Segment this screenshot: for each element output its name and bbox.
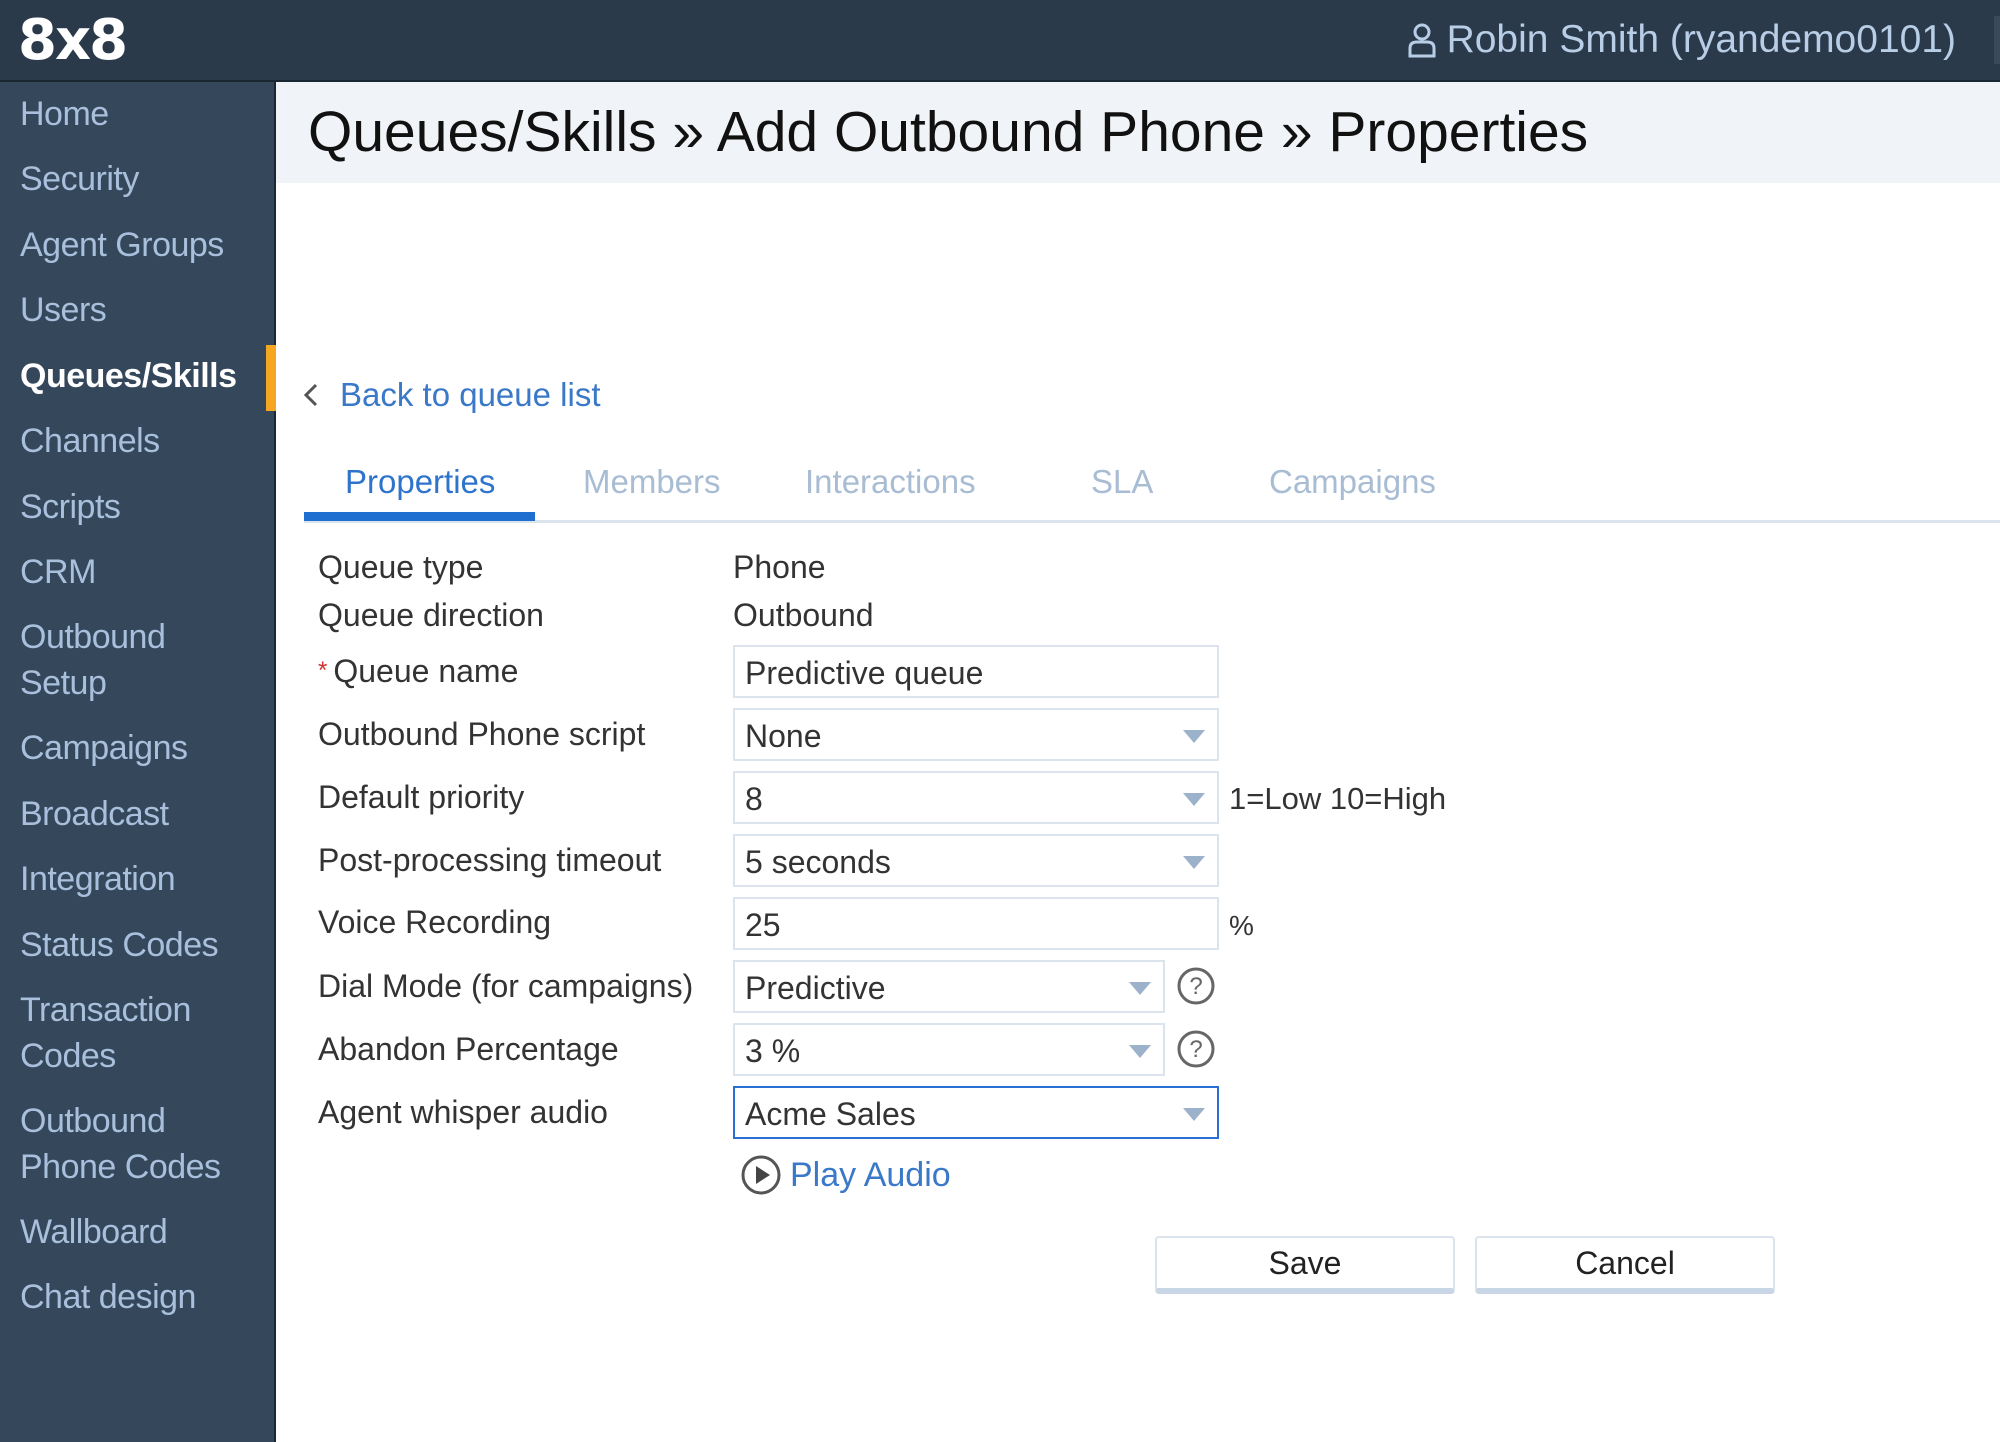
- outbound-script-select[interactable]: None: [733, 708, 1219, 761]
- abandon-percentage-label: Abandon Percentage: [318, 1031, 619, 1067]
- user-name: Robin Smith (ryandemo0101): [1446, 18, 1956, 61]
- outbound-script-value: None: [745, 718, 822, 754]
- sidebar-item-outbound-phone-codes[interactable]: Outbound Phone Codes: [20, 1098, 240, 1190]
- sidebar-item-outbound-setup[interactable]: Outbound Setup: [20, 614, 200, 706]
- sidebar-item-integration[interactable]: Integration: [20, 856, 260, 902]
- back-to-queue-list-link[interactable]: Back to queue list: [296, 375, 601, 415]
- queue-name-label-text: Queue name: [333, 653, 519, 689]
- sidebar-item-scripts[interactable]: Scripts: [20, 484, 260, 530]
- cancel-button[interactable]: Cancel: [1475, 1236, 1775, 1294]
- dropdown-arrow-icon: [1183, 730, 1205, 743]
- queue-name-label: * Queue name: [318, 651, 518, 691]
- sidebar-item-chat-design[interactable]: Chat design: [20, 1274, 260, 1320]
- default-priority-select[interactable]: 8: [733, 771, 1219, 824]
- dropdown-arrow-icon: [1183, 793, 1205, 806]
- tab-properties[interactable]: Properties: [345, 463, 495, 501]
- play-audio-text: Play Audio: [790, 1155, 951, 1194]
- sidebar-item-queues-skills[interactable]: Queues/Skills: [20, 353, 260, 399]
- abandon-percentage-select[interactable]: 3 %: [733, 1023, 1165, 1076]
- queue-name-value: Predictive queue: [745, 655, 984, 691]
- active-indicator: [266, 345, 276, 411]
- agent-whisper-value: Acme Sales: [745, 1096, 916, 1132]
- tab-campaigns[interactable]: Campaigns: [1269, 463, 1436, 501]
- default-priority-value: 8: [745, 781, 763, 817]
- dropdown-arrow-icon: [1183, 1108, 1205, 1121]
- tab-members[interactable]: Members: [583, 463, 721, 501]
- default-priority-label: Default priority: [318, 779, 525, 815]
- sidebar: Home Security Agent Groups Users Queues/…: [0, 82, 276, 1442]
- queue-type-label: Queue type: [318, 549, 484, 585]
- sidebar-item-users[interactable]: Users: [20, 287, 260, 333]
- user-menu[interactable]: Robin Smith (ryandemo0101): [1407, 0, 1956, 80]
- voice-recording-label: Voice Recording: [318, 904, 552, 940]
- voice-recording-value: 25: [745, 907, 781, 943]
- sidebar-item-broadcast[interactable]: Broadcast: [20, 791, 260, 837]
- queue-type-value: Phone: [733, 549, 826, 585]
- divider: [1994, 16, 2000, 64]
- play-audio-link[interactable]: Play Audio: [740, 1154, 951, 1196]
- post-processing-label: Post-processing timeout: [318, 842, 662, 878]
- tab-interactions[interactable]: Interactions: [805, 463, 976, 501]
- tab-divider: [304, 520, 2000, 523]
- dial-mode-value: Predictive: [745, 970, 886, 1006]
- dropdown-arrow-icon: [1183, 856, 1205, 869]
- play-icon: [741, 1155, 781, 1195]
- help-icon[interactable]: ?: [1176, 966, 1216, 1006]
- tab-sla[interactable]: SLA: [1091, 463, 1153, 501]
- voice-recording-unit: %: [1229, 910, 1254, 941]
- svg-text:?: ?: [1189, 973, 1202, 1000]
- chevron-left-icon: [303, 383, 318, 407]
- outbound-script-label: Outbound Phone script: [318, 716, 646, 752]
- agent-whisper-label: Agent whisper audio: [318, 1094, 608, 1130]
- post-processing-value: 5 seconds: [745, 844, 891, 880]
- active-tab-indicator: [304, 512, 535, 521]
- top-bar: 8x8 Robin Smith (ryandemo0101): [0, 0, 2000, 82]
- dropdown-arrow-icon: [1129, 1045, 1151, 1058]
- sidebar-item-campaigns[interactable]: Campaigns: [20, 725, 260, 771]
- sidebar-item-security[interactable]: Security: [20, 156, 260, 202]
- sidebar-item-transaction-codes[interactable]: Transaction Codes: [20, 987, 200, 1079]
- sidebar-item-home[interactable]: Home: [20, 91, 260, 137]
- post-processing-select[interactable]: 5 seconds: [733, 834, 1219, 887]
- page-title: Queues/Skills » Add Outbound Phone » Pro…: [308, 100, 1589, 164]
- sidebar-item-status-codes[interactable]: Status Codes: [20, 922, 260, 968]
- dropdown-arrow-icon: [1129, 982, 1151, 995]
- voice-recording-input[interactable]: 25: [733, 897, 1219, 950]
- agent-whisper-select[interactable]: Acme Sales: [733, 1086, 1219, 1139]
- queue-direction-value: Outbound: [733, 597, 874, 633]
- required-marker: *: [318, 657, 328, 684]
- svg-text:?: ?: [1189, 1036, 1202, 1063]
- sidebar-item-wallboard[interactable]: Wallboard: [20, 1209, 260, 1255]
- queue-direction-label: Queue direction: [318, 597, 544, 633]
- abandon-percentage-value: 3 %: [745, 1033, 801, 1069]
- sidebar-item-channels[interactable]: Channels: [20, 418, 260, 464]
- help-icon[interactable]: ?: [1176, 1029, 1216, 1069]
- save-button[interactable]: Save: [1155, 1236, 1455, 1294]
- queue-name-input[interactable]: Predictive queue: [733, 645, 1219, 698]
- sidebar-item-crm[interactable]: CRM: [20, 549, 260, 595]
- dial-mode-label: Dial Mode (for campaigns): [318, 968, 694, 1004]
- back-link-text: Back to queue list: [340, 376, 601, 413]
- priority-hint: 1=Low 10=High: [1229, 781, 1447, 816]
- person-icon: [1408, 23, 1436, 58]
- dial-mode-select[interactable]: Predictive: [733, 960, 1165, 1013]
- page-header: Queues/Skills » Add Outbound Phone » Pro…: [276, 82, 2000, 183]
- sidebar-item-agent-groups[interactable]: Agent Groups: [20, 222, 260, 268]
- logo: 8x8: [18, 8, 128, 73]
